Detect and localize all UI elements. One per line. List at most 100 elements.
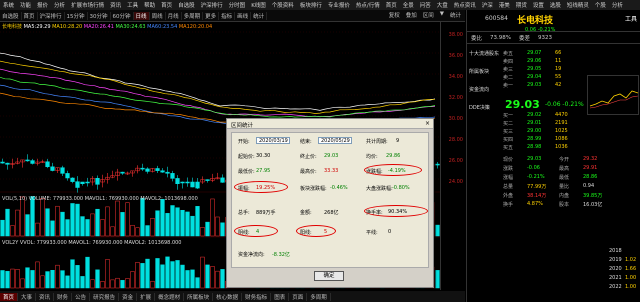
year-value: 1.02 bbox=[625, 257, 637, 263]
menu-item[interactable]: 问答 bbox=[417, 1, 434, 9]
bottom-tab[interactable]: 页面 bbox=[289, 292, 308, 301]
menu-item[interactable]: 专业报价 bbox=[325, 1, 353, 9]
bottom-tab[interactable]: 财务 bbox=[54, 292, 73, 301]
menu-item[interactable]: 分析 bbox=[51, 1, 68, 9]
candle-body bbox=[50, 166, 55, 171]
bottom-tab[interactable]: 扩展 bbox=[137, 292, 156, 301]
toolbar-right-button[interactable]: 复权 bbox=[387, 11, 402, 19]
bottom-tab[interactable]: 图表 bbox=[271, 292, 290, 301]
menu-item[interactable]: 分时图 bbox=[226, 1, 249, 9]
menu-item[interactable]: K线图 bbox=[248, 1, 269, 9]
menu-item[interactable]: 设置 bbox=[530, 1, 547, 9]
menu-item[interactable]: 港美 bbox=[496, 1, 513, 9]
candle-body bbox=[60, 167, 65, 174]
menu-item[interactable]: 全景 bbox=[400, 1, 417, 9]
toolbar-button[interactable]: 画线 bbox=[235, 11, 252, 20]
side-link[interactable]: DDE决策 bbox=[467, 104, 499, 118]
menu-item[interactable]: 首页 bbox=[383, 1, 400, 9]
menu-item[interactable]: 系统 bbox=[0, 1, 17, 9]
menu-item[interactable]: 扩展市场行情 bbox=[68, 1, 107, 9]
bottom-tab[interactable]: 首页 bbox=[0, 292, 19, 301]
bottom-tab[interactable]: 核心数据 bbox=[213, 292, 243, 301]
bottom-tab[interactable]: 财务指标 bbox=[242, 292, 272, 301]
candle-body bbox=[165, 171, 170, 174]
menu-item[interactable]: 功能 bbox=[17, 1, 34, 9]
toolbar-button[interactable]: 30分钟 bbox=[88, 11, 111, 20]
volume-bar bbox=[35, 222, 40, 237]
menu-item[interactable]: 板块排行 bbox=[297, 1, 325, 9]
end-date-field[interactable]: 2020/05/29 bbox=[318, 137, 352, 144]
volume-bar bbox=[200, 227, 205, 237]
volume-bar bbox=[115, 200, 120, 237]
menu-item[interactable]: 帮助 bbox=[141, 1, 158, 9]
start-date-field[interactable]: 2020/03/19 bbox=[256, 137, 290, 144]
bottom-tab[interactable]: 资金 bbox=[119, 292, 138, 301]
menu-item[interactable]: 个股 bbox=[592, 1, 609, 9]
toolbar-button[interactable]: 统计 bbox=[251, 11, 268, 20]
bottom-tab[interactable]: 公告 bbox=[72, 292, 91, 301]
menu-item[interactable]: 大盘 bbox=[434, 1, 451, 9]
toolbar-button[interactable]: 多周期 bbox=[182, 11, 204, 20]
bottom-tab[interactable]: 大事 bbox=[18, 292, 37, 301]
menu-item[interactable]: 分析 bbox=[609, 1, 626, 9]
bid-label: 买二 bbox=[503, 121, 514, 127]
menu-item[interactable]: 工具 bbox=[124, 1, 141, 9]
toolbar-button[interactable]: 60分钟 bbox=[111, 11, 134, 20]
bottom-tab[interactable]: 多周期 bbox=[307, 292, 331, 301]
toolbar-button[interactable]: 首页 bbox=[22, 11, 38, 20]
toolbar-button[interactable]: 周线 bbox=[150, 11, 166, 20]
menu-item[interactable]: 热点资讯 bbox=[451, 1, 479, 9]
bottom-tab[interactable]: 资讯 bbox=[36, 292, 55, 301]
bottom-tab[interactable]: 概念题材 bbox=[155, 292, 185, 301]
menu-item[interactable]: 热点/行情 bbox=[353, 1, 383, 9]
quote-panel: 600584 长电科技 工具 0.06 -0.21% 委比 73.98% 委差 … bbox=[466, 10, 640, 302]
toolbar-button[interactable]: 自选股 bbox=[0, 11, 22, 20]
menu-item[interactable]: 沪深 bbox=[479, 1, 496, 9]
ok-button[interactable]: 确定 bbox=[314, 271, 344, 281]
ask-qty: 55 bbox=[555, 74, 562, 80]
toolbar-button[interactable]: 月线 bbox=[166, 11, 182, 20]
side-link[interactable]: 十大流通股东 bbox=[467, 50, 499, 64]
menu-item[interactable]: 自选股 bbox=[175, 1, 198, 9]
volume2-bar bbox=[90, 279, 95, 289]
bid-price: 28.99 bbox=[527, 136, 542, 142]
bid-row: 买二 29.01 2191 bbox=[467, 120, 640, 127]
toolbar-button[interactable]: 日线 bbox=[133, 11, 150, 20]
volume2-bar bbox=[75, 265, 80, 289]
toolbar-button[interactable]: 沪深排行 bbox=[38, 11, 65, 20]
price-tick: 32.00 bbox=[448, 95, 463, 101]
end-label: 结束: bbox=[300, 139, 312, 145]
toolbar-button[interactable]: 15分钟 bbox=[65, 11, 88, 20]
ask-qty: 11 bbox=[555, 58, 562, 64]
volume-bar bbox=[175, 207, 180, 237]
side-link[interactable]: 所属板块 bbox=[467, 68, 499, 82]
menu-item[interactable]: 短线精灵 bbox=[564, 1, 592, 9]
toolbar-right-button[interactable]: 叠加 bbox=[404, 11, 419, 19]
menu-item[interactable]: 期货 bbox=[513, 1, 530, 9]
ma-line bbox=[0, 76, 436, 118]
bottom-tab[interactable]: 研究报告 bbox=[90, 292, 120, 301]
menu-item[interactable]: 首页 bbox=[158, 1, 175, 9]
volume-bar bbox=[185, 211, 190, 237]
volume-bar bbox=[155, 210, 160, 237]
menu-item[interactable]: 个股资料 bbox=[269, 1, 297, 9]
toolbar-button[interactable]: 更多 bbox=[203, 11, 220, 20]
menu-item[interactable]: 沪深排行 bbox=[198, 1, 226, 9]
mini-chart bbox=[587, 75, 639, 115]
diff-value: 9323 bbox=[538, 34, 553, 41]
toolbar-right-button[interactable]: ▼ bbox=[438, 11, 446, 19]
menu-item[interactable]: 资讯 bbox=[107, 1, 124, 9]
toolbar-button[interactable]: 指标 bbox=[219, 11, 236, 20]
close-icon[interactable]: × bbox=[425, 120, 430, 127]
dialog-field-label: 平线: bbox=[366, 230, 378, 236]
annotation-circle bbox=[364, 164, 422, 176]
toolbar-right-button[interactable]: 区间 bbox=[421, 11, 436, 19]
tool-button[interactable]: 工具 bbox=[625, 14, 637, 23]
candle-body bbox=[190, 181, 195, 188]
bottom-tab[interactable]: 所属板块 bbox=[184, 292, 214, 301]
menu-item[interactable]: 报价 bbox=[34, 1, 51, 9]
toolbar-right-button[interactable]: 统计 bbox=[448, 11, 463, 19]
ask-price: 29.03 bbox=[527, 82, 542, 88]
menu-item[interactable]: 选股 bbox=[547, 1, 564, 9]
side-link[interactable]: 资金流向 bbox=[467, 86, 499, 100]
